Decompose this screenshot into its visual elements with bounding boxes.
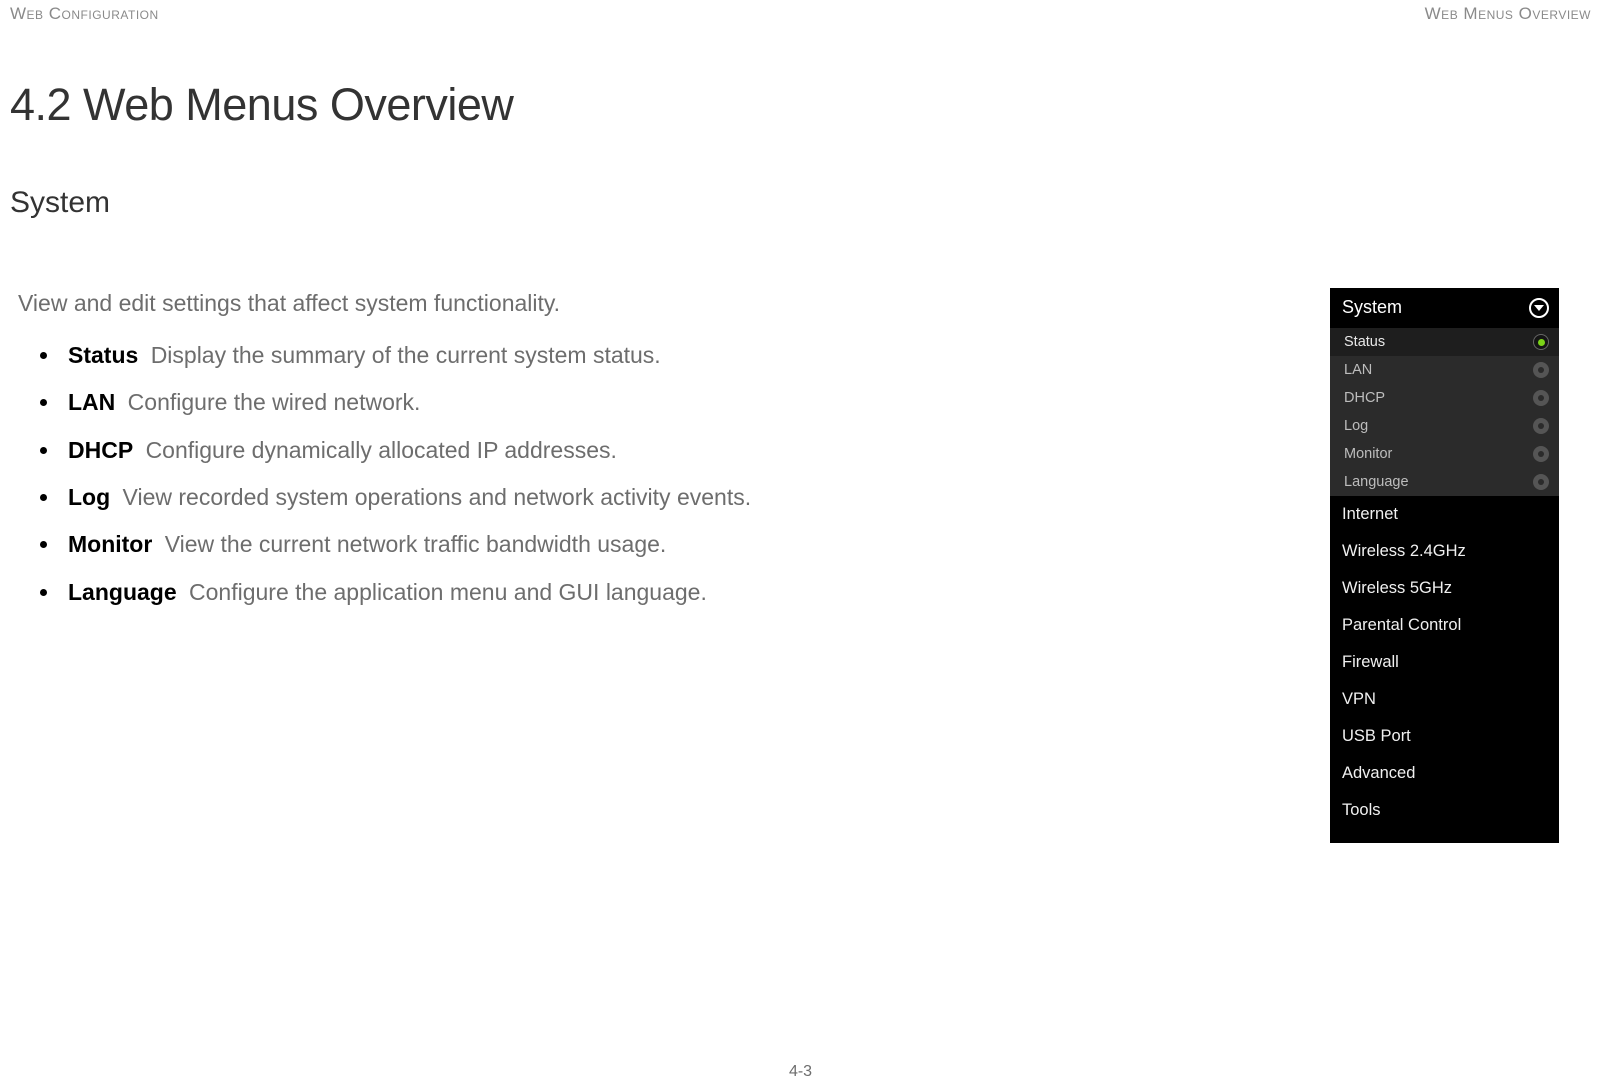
submenu-label: LAN xyxy=(1344,362,1372,378)
submenu-item-dhcp[interactable]: DHCP xyxy=(1330,384,1559,412)
list-item: Language Configure the application menu … xyxy=(68,576,1290,609)
intro-text: View and edit settings that affect syste… xyxy=(18,290,1290,317)
radio-icon xyxy=(1533,418,1549,434)
submenu-label: DHCP xyxy=(1344,390,1385,406)
chevron-down-icon xyxy=(1529,298,1549,318)
page-title: 4.2 Web Menus Overview xyxy=(10,79,1601,131)
radio-icon xyxy=(1533,474,1549,490)
running-header: Web Configuration Web Menus Overview xyxy=(0,0,1601,24)
list-item: Status Display the summary of the curren… xyxy=(68,339,1290,372)
list-item: Log View recorded system operations and … xyxy=(68,481,1290,514)
menu-item-advanced[interactable]: Advanced xyxy=(1330,755,1559,792)
submenu-item-monitor[interactable]: Monitor xyxy=(1330,440,1559,468)
page-number: 4-3 xyxy=(0,1063,1601,1081)
menu-screenshot: System Status LAN DHCP Log Monitor xyxy=(1330,288,1559,843)
submenu-label: Language xyxy=(1344,474,1409,490)
term: Status xyxy=(68,342,138,368)
menu-item-usb[interactable]: USB Port xyxy=(1330,718,1559,755)
section-title: System xyxy=(10,186,1601,220)
term: Language xyxy=(68,579,177,605)
term: Log xyxy=(68,484,110,510)
desc: View recorded system operations and netw… xyxy=(123,484,752,510)
desc: Configure the wired network. xyxy=(128,389,421,415)
menu-item-wireless-24[interactable]: Wireless 2.4GHz xyxy=(1330,533,1559,570)
radio-icon xyxy=(1533,446,1549,462)
menu-item-vpn[interactable]: VPN xyxy=(1330,681,1559,718)
list-item: Monitor View the current network traffic… xyxy=(68,528,1290,561)
desc: Display the summary of the current syste… xyxy=(151,342,661,368)
menu-item-tools[interactable]: Tools xyxy=(1330,792,1559,829)
submenu-item-log[interactable]: Log xyxy=(1330,412,1559,440)
submenu-label: Status xyxy=(1344,334,1385,350)
submenu-label: Log xyxy=(1344,418,1368,434)
list-item: LAN Configure the wired network. xyxy=(68,386,1290,419)
desc: View the current network traffic bandwid… xyxy=(165,531,667,557)
submenu-label: Monitor xyxy=(1344,446,1392,462)
menu-item-wireless-5[interactable]: Wireless 5GHz xyxy=(1330,570,1559,607)
menu-item-firewall[interactable]: Firewall xyxy=(1330,644,1559,681)
radio-icon xyxy=(1533,334,1549,350)
submenu-item-status[interactable]: Status xyxy=(1330,328,1559,356)
header-right: Web Menus Overview xyxy=(1425,4,1591,24)
desc: Configure dynamically allocated IP addre… xyxy=(146,437,617,463)
text-column: View and edit settings that affect syste… xyxy=(18,290,1290,623)
menu-item-internet[interactable]: Internet xyxy=(1330,496,1559,533)
submenu-item-language[interactable]: Language xyxy=(1330,468,1559,496)
term: LAN xyxy=(68,389,115,415)
desc: Configure the application menu and GUI l… xyxy=(189,579,707,605)
menu-section-system[interactable]: System xyxy=(1330,288,1559,328)
term: Monitor xyxy=(68,531,152,557)
list-item: DHCP Configure dynamically allocated IP … xyxy=(68,434,1290,467)
radio-icon xyxy=(1533,362,1549,378)
menu-header-label: System xyxy=(1342,297,1402,318)
submenu-item-lan[interactable]: LAN xyxy=(1330,356,1559,384)
term: DHCP xyxy=(68,437,133,463)
definition-list: Status Display the summary of the curren… xyxy=(18,339,1290,609)
submenu: Status LAN DHCP Log Monitor Language xyxy=(1330,328,1559,496)
menu-item-parental[interactable]: Parental Control xyxy=(1330,607,1559,644)
header-left: Web Configuration xyxy=(10,4,159,24)
radio-icon xyxy=(1533,390,1549,406)
